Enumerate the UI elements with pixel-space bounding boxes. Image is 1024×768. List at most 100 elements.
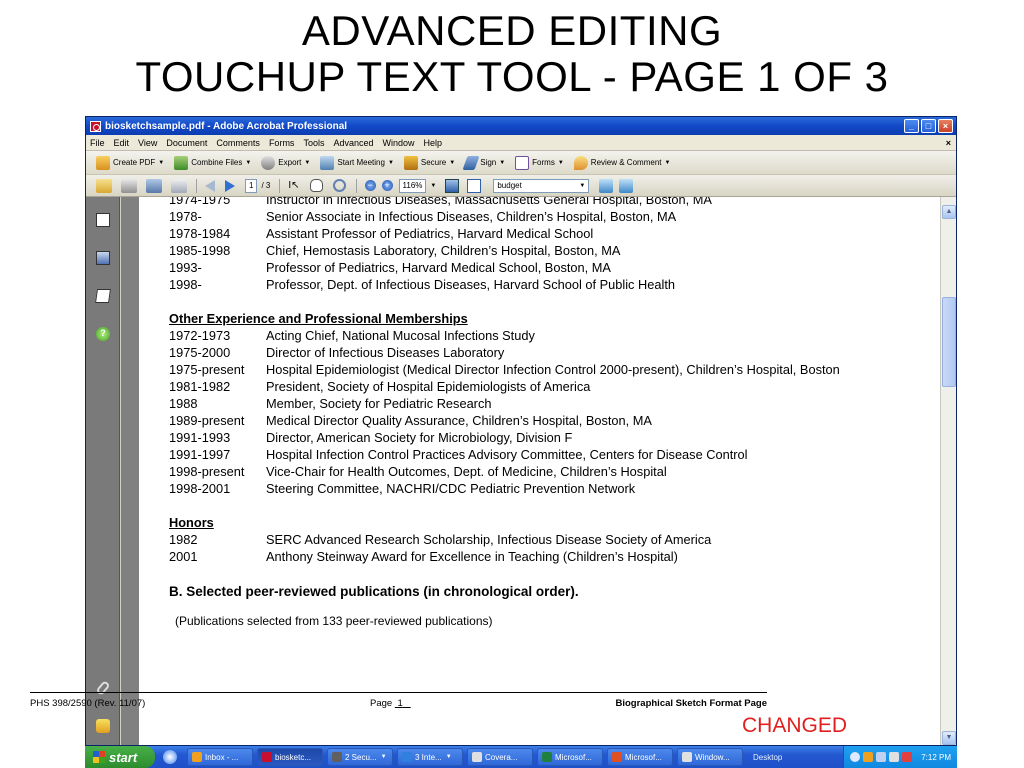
email-icon[interactable] xyxy=(171,178,187,193)
maximize-button[interactable]: □ xyxy=(921,119,936,133)
create-pdf-button[interactable]: Create PDF ▼ xyxy=(96,155,165,170)
chevron-down-icon: ▼ xyxy=(158,159,165,166)
chevron-down-icon: ▼ xyxy=(380,754,387,760)
menu-advanced[interactable]: Advanced xyxy=(333,138,373,148)
zoom-dropdown-chevron-icon[interactable]: ▼ xyxy=(430,183,436,189)
zoom-out-icon[interactable]: − xyxy=(364,180,376,191)
browser-quicklaunch-icon[interactable] xyxy=(163,750,177,764)
acrobat-window: biosketchsample.pdf - Adobe Acrobat Prof… xyxy=(85,116,957,746)
scroll-up-icon[interactable]: ▲ xyxy=(942,205,956,219)
find-previous-icon[interactable] xyxy=(599,178,614,193)
comments-icon[interactable] xyxy=(96,719,110,733)
open-folder-icon[interactable] xyxy=(96,178,112,193)
help-icon[interactable]: ? xyxy=(96,327,110,341)
save-icon[interactable] xyxy=(146,178,162,193)
forms-button[interactable]: Forms ▼ xyxy=(515,155,564,170)
scroll-down-icon[interactable]: ▼ xyxy=(942,731,956,745)
security-shield-icon[interactable] xyxy=(902,752,913,762)
zoom-level-input[interactable]: 116% xyxy=(398,178,427,193)
search-input[interactable]: budget ▼ xyxy=(493,178,590,193)
taskbar-item-biosketch[interactable]: biosketc... xyxy=(257,748,323,766)
pages-icon[interactable] xyxy=(96,213,110,227)
create-pdf-icon xyxy=(96,155,110,170)
signatures-icon[interactable] xyxy=(95,289,111,303)
chevron-down-icon: ▼ xyxy=(387,159,394,166)
experience-year: 1989-present xyxy=(169,413,245,428)
back-arrow-icon[interactable] xyxy=(850,752,861,762)
appointment-desc: Professor of Pediatrics, Harvard Medical… xyxy=(266,260,611,275)
select-text-icon[interactable]: I↖ xyxy=(288,180,299,191)
taskbar-item-internet-group[interactable]: 3 Inte... ▼ xyxy=(397,748,463,766)
close-button[interactable]: × xyxy=(938,119,953,133)
annotation-text: CHANGED FOOTER xyxy=(742,714,848,745)
taskbar-item-inbox[interactable]: Inbox - ... xyxy=(187,748,253,766)
next-page-icon[interactable] xyxy=(225,179,235,192)
task-label: 2 Secu... xyxy=(345,752,377,762)
review-comment-button[interactable]: Review & Comment ▼ xyxy=(573,155,670,170)
export-label: Export xyxy=(278,158,302,167)
excel-icon xyxy=(542,752,552,762)
menu-comments[interactable]: Comments xyxy=(216,138,260,148)
taskbar-item-windows[interactable]: Window... xyxy=(677,748,743,766)
menu-edit[interactable]: Edit xyxy=(114,138,130,148)
print-icon[interactable] xyxy=(121,178,137,193)
fit-width-icon[interactable] xyxy=(467,178,482,193)
volume-icon[interactable] xyxy=(889,752,900,762)
sign-label: Sign xyxy=(480,158,497,167)
start-button[interactable]: start xyxy=(85,746,155,768)
taskbar-item-microsoft-excel[interactable]: Microsof... xyxy=(537,748,603,766)
taskbar-item-secure-group[interactable]: 2 Secu... ▼ xyxy=(327,748,393,766)
page-number-input[interactable]: 1 xyxy=(245,178,258,193)
sign-button[interactable]: Sign ▼ xyxy=(462,155,506,170)
menu-forms[interactable]: Forms xyxy=(269,138,295,148)
find-next-icon[interactable] xyxy=(619,178,634,193)
taskbar-item-coverage[interactable]: Covera... xyxy=(467,748,533,766)
secure-label: Secure xyxy=(420,158,447,167)
window-titlebar[interactable]: biosketchsample.pdf - Adobe Acrobat Prof… xyxy=(86,117,956,135)
chevron-down-icon: ▼ xyxy=(579,182,586,189)
pdf-page[interactable]: 1974-1975 Instructor in Infectious Diseas… xyxy=(139,197,941,745)
task-label: Covera... xyxy=(485,752,518,762)
menu-window[interactable]: Window xyxy=(382,138,414,148)
experience-year: 1988 xyxy=(169,396,198,411)
start-meeting-button[interactable]: Start Meeting ▼ xyxy=(320,155,394,170)
hand-tool-icon[interactable] xyxy=(309,179,323,192)
appointment-year: 1978-1984 xyxy=(169,226,231,241)
vertical-scrollbar[interactable]: ▲ ▼ xyxy=(940,197,956,745)
marquee-zoom-icon[interactable] xyxy=(332,179,346,192)
slide-title-line2: TOUCHUP TEXT TOOL - PAGE 1 OF 3 xyxy=(135,53,889,100)
menu-document[interactable]: Document xyxy=(166,138,207,148)
chevron-down-icon: ▼ xyxy=(499,159,506,166)
fit-page-icon[interactable] xyxy=(445,178,460,193)
combine-files-button[interactable]: Combine Files ▼ xyxy=(174,155,252,170)
footer-form-number: PHS 398/2590 (Rev. 11/07) xyxy=(30,698,146,709)
outlook-tray-icon[interactable] xyxy=(863,752,874,762)
network-icon[interactable] xyxy=(876,752,887,762)
menu-file[interactable]: File xyxy=(90,138,105,148)
slide-title-line1: ADVANCED EDITING xyxy=(301,7,723,54)
task-label: biosketc... xyxy=(275,752,312,762)
previous-page-icon[interactable] xyxy=(205,179,215,192)
experience-row: 1981-1982 President, Society of Hospital … xyxy=(169,378,914,395)
menu-view[interactable]: View xyxy=(138,138,157,148)
task-label: Window... xyxy=(695,752,730,762)
appointment-row: 1998- Professor, Dept. of Infectious Dise… xyxy=(169,276,914,293)
secure-button[interactable]: Secure ▼ xyxy=(403,155,455,170)
experience-year: 1991-1993 xyxy=(169,430,231,445)
taskbar-item-microsoft-powerpoint[interactable]: Microsof... xyxy=(607,748,673,766)
document-icon xyxy=(472,752,482,762)
experience-desc: Hospital Epidemiologist (Medical Directo… xyxy=(266,362,840,377)
minimize-button[interactable]: _ xyxy=(904,119,919,133)
desktop-toolbar-label[interactable]: Desktop xyxy=(753,753,782,762)
menu-help[interactable]: Help xyxy=(424,138,443,148)
scroll-thumb[interactable] xyxy=(942,297,956,387)
menu-tools[interactable]: Tools xyxy=(303,138,324,148)
clock[interactable]: 7:12 PM xyxy=(921,753,951,762)
export-button[interactable]: Export ▼ xyxy=(261,155,310,170)
document-close-button[interactable]: × xyxy=(946,138,951,148)
experience-desc: Vice-Chair for Health Outcomes, Dept. of… xyxy=(266,464,667,479)
chevron-down-icon: ▼ xyxy=(245,159,252,166)
window-controls: _ □ × xyxy=(904,119,953,133)
zoom-in-icon[interactable]: + xyxy=(381,180,393,191)
bookmarks-icon[interactable] xyxy=(96,251,110,265)
